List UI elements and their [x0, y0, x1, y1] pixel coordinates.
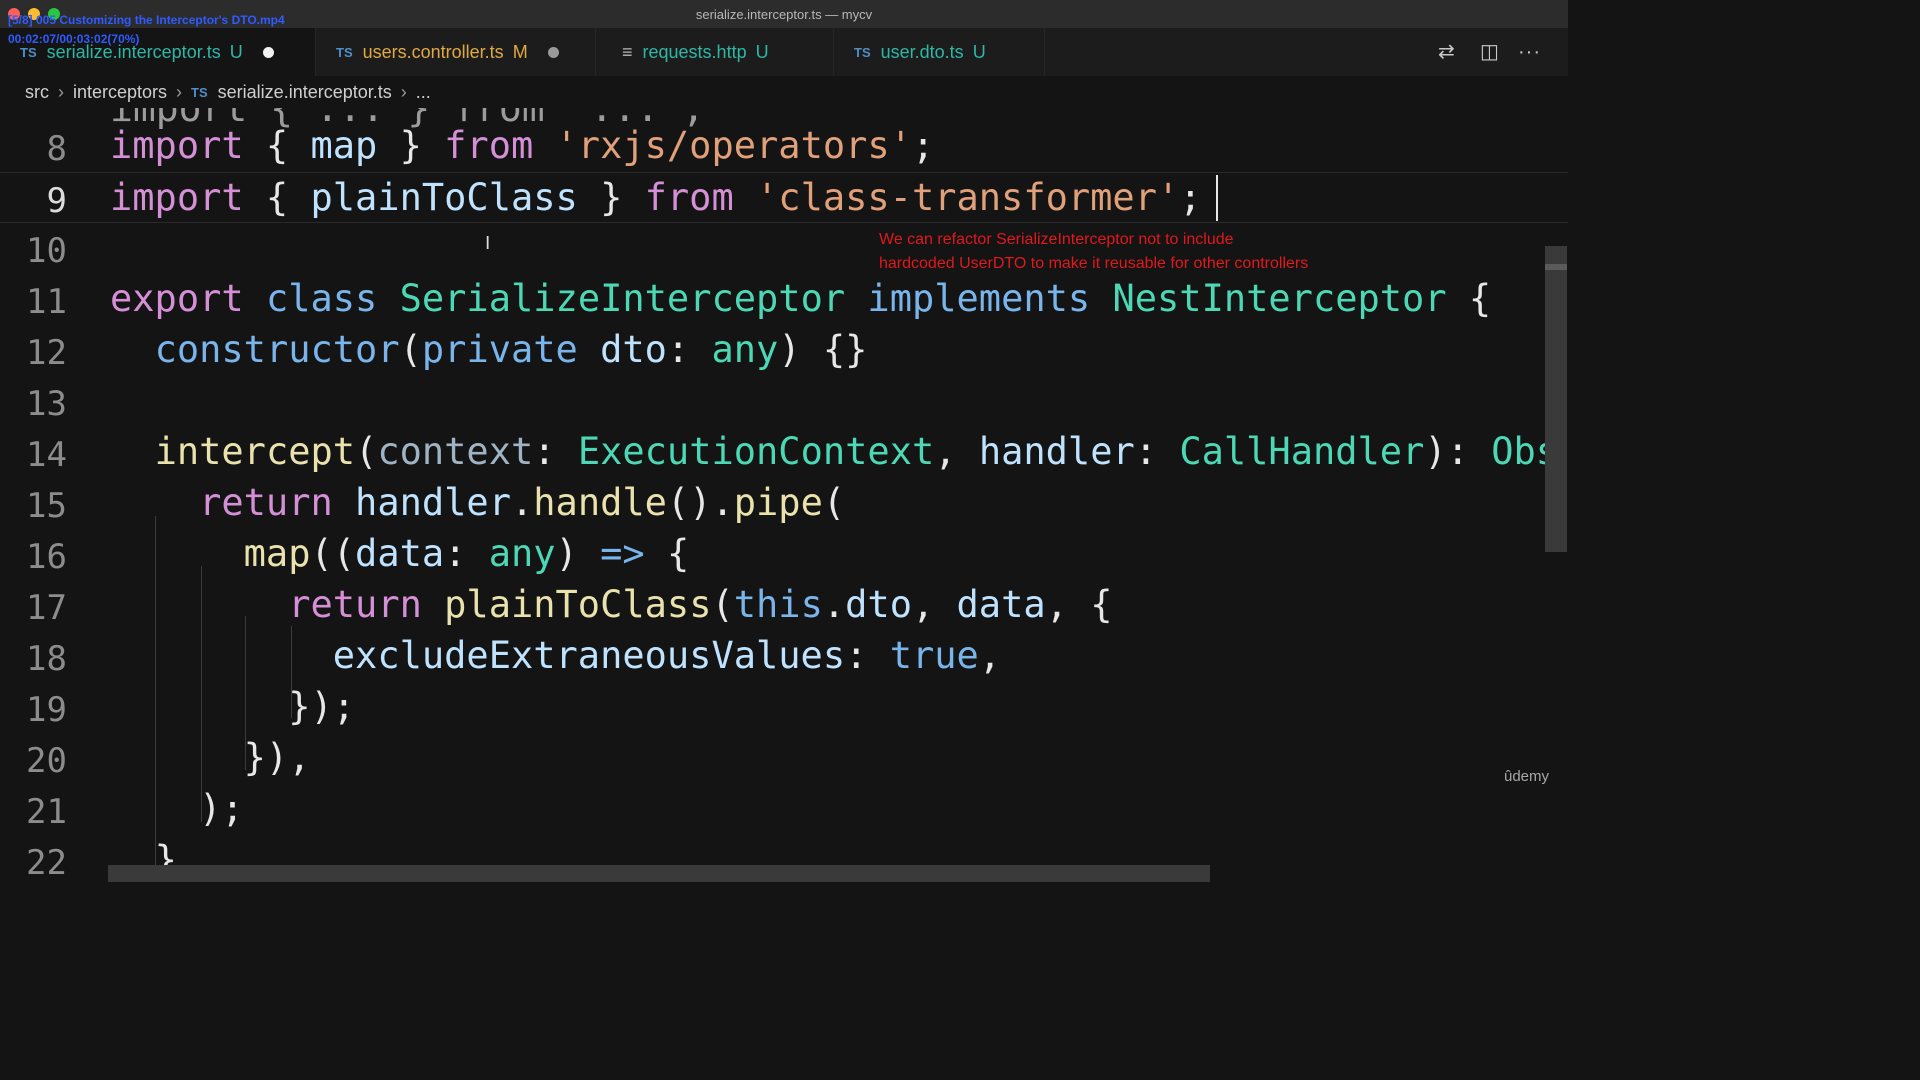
code-text: import { plainToClass } from 'class-tran… [110, 176, 1202, 219]
code-line-8[interactable]: 8 import { map } from 'rxjs/operators'; [0, 121, 1568, 172]
code-line-9[interactable]: 9 import { plainToClass } from 'class-tr… [0, 172, 1568, 223]
code-text: return handler.handle().pipe( [199, 481, 846, 524]
chevron-right-icon: › [400, 81, 407, 102]
line-number: 10 [26, 231, 67, 271]
video-annotation: We can refactor SerializeInterceptor not… [879, 228, 1308, 276]
code-text: export class SerializeInterceptor implem… [110, 277, 1492, 320]
chevron-right-icon: › [58, 81, 64, 102]
line-number: 13 [26, 384, 67, 424]
tab-users-controller[interactable]: TS users.controller.ts M [316, 28, 596, 76]
typescript-icon: TS [191, 84, 208, 100]
tab-label: user.dto.ts [880, 41, 964, 62]
code-line-17[interactable]: 17 return plainToClass(this.dto, data, { [0, 580, 1568, 631]
code-line-19[interactable]: 19 }); [0, 682, 1568, 733]
vertical-scrollbar[interactable] [1545, 246, 1567, 552]
line-number: 22 [26, 843, 67, 882]
code-line-10[interactable]: 10 [0, 223, 1568, 274]
video-player-overlay: [5/8] 005 Customizing the Interceptor's … [8, 11, 285, 49]
tab-user-dto[interactable]: TS user.dto.ts U [834, 28, 1045, 76]
code-line-18[interactable]: 18 excludeExtraneousValues: true, [0, 631, 1568, 682]
code-text: map((data: any) => { [243, 532, 690, 575]
line-number: 9 [46, 181, 67, 221]
player-time: 00:02:07/00:03:02(70%) [8, 32, 140, 46]
udemy-watermark: ûdemy [1504, 768, 1550, 785]
code-text: import { map } from 'rxjs/operators'; [110, 124, 935, 167]
code-line-12[interactable]: 12 constructor(private dto: any) {} [0, 325, 1568, 376]
compare-changes-icon[interactable]: ⇄ [1438, 42, 1455, 62]
code-text: }), [243, 736, 311, 779]
git-status: M [512, 41, 528, 62]
breadcrumb: src › interceptors › TS serialize.interc… [0, 76, 1568, 108]
annotation-line: hardcoded UserDTO to make it reusable fo… [879, 255, 1309, 272]
code-text: ); [199, 787, 244, 830]
tab-label: requests.http [642, 41, 747, 62]
typescript-icon: TS [336, 44, 353, 60]
code-line-14[interactable]: 14 intercept(context: ExecutionContext, … [0, 427, 1568, 478]
line-number: 15 [26, 486, 67, 526]
code-editor[interactable]: import { ... } from '...'; 8 import { ma… [0, 108, 1568, 882]
text-cursor [1216, 175, 1218, 221]
line-number: 14 [26, 435, 67, 475]
line-number: 19 [26, 690, 67, 730]
line-number: 11 [26, 282, 67, 322]
line-number: 21 [26, 792, 67, 832]
file-lines-icon: ≡ [622, 41, 633, 62]
more-actions-icon[interactable]: ··· [1518, 42, 1541, 62]
git-status: U [972, 41, 986, 62]
breadcrumb-src[interactable]: src [25, 82, 49, 103]
code-line-13[interactable]: 13 [0, 376, 1568, 427]
code-text: excludeExtraneousValues: true, [332, 634, 1002, 677]
breadcrumb-file[interactable]: serialize.interceptor.ts [218, 82, 392, 103]
code-text: return plainToClass(this.dto, data, { [288, 583, 1113, 626]
breadcrumb-symbol[interactable]: ... [416, 82, 431, 103]
line-number: 17 [26, 588, 67, 628]
split-editor-icon[interactable]: ◫ [1480, 42, 1499, 62]
line-number: 8 [46, 129, 67, 169]
code-text: constructor(private dto: any) {} [154, 328, 868, 371]
scrollbar-marker [1545, 264, 1567, 270]
unsaved-dot-icon[interactable] [547, 46, 559, 58]
line-number: 16 [26, 537, 67, 577]
code-line-20[interactable]: 20 }), [0, 733, 1568, 784]
code-text: intercept(context: ExecutionContext, han… [154, 430, 1559, 473]
mouse-ibeam-icon: I [485, 233, 491, 254]
chevron-right-icon: › [176, 81, 183, 102]
annotation-line: We can refactor SerializeInterceptor not… [879, 231, 1234, 248]
code-line-11[interactable]: 11 export class SerializeInterceptor imp… [0, 274, 1568, 325]
tab-label: users.controller.ts [362, 41, 504, 62]
code-line-15[interactable]: 15 return handler.handle().pipe( [0, 478, 1568, 529]
code-line-21[interactable]: 21 ); [0, 784, 1568, 835]
horizontal-scrollbar[interactable] [108, 865, 1210, 882]
player-title: [5/8] 005 Customizing the Interceptor's … [8, 13, 285, 27]
code-line-16[interactable]: 16 map((data: any) => { [0, 529, 1568, 580]
line-number: 18 [26, 639, 67, 679]
line-number: 12 [26, 333, 67, 373]
code-text: }); [288, 685, 356, 728]
line-number: 20 [26, 741, 67, 781]
breadcrumb-interceptors[interactable]: interceptors [73, 82, 167, 103]
typescript-icon: TS [854, 44, 871, 60]
git-status: U [755, 41, 769, 62]
tab-requests-http[interactable]: ≡ requests.http U [596, 28, 834, 76]
